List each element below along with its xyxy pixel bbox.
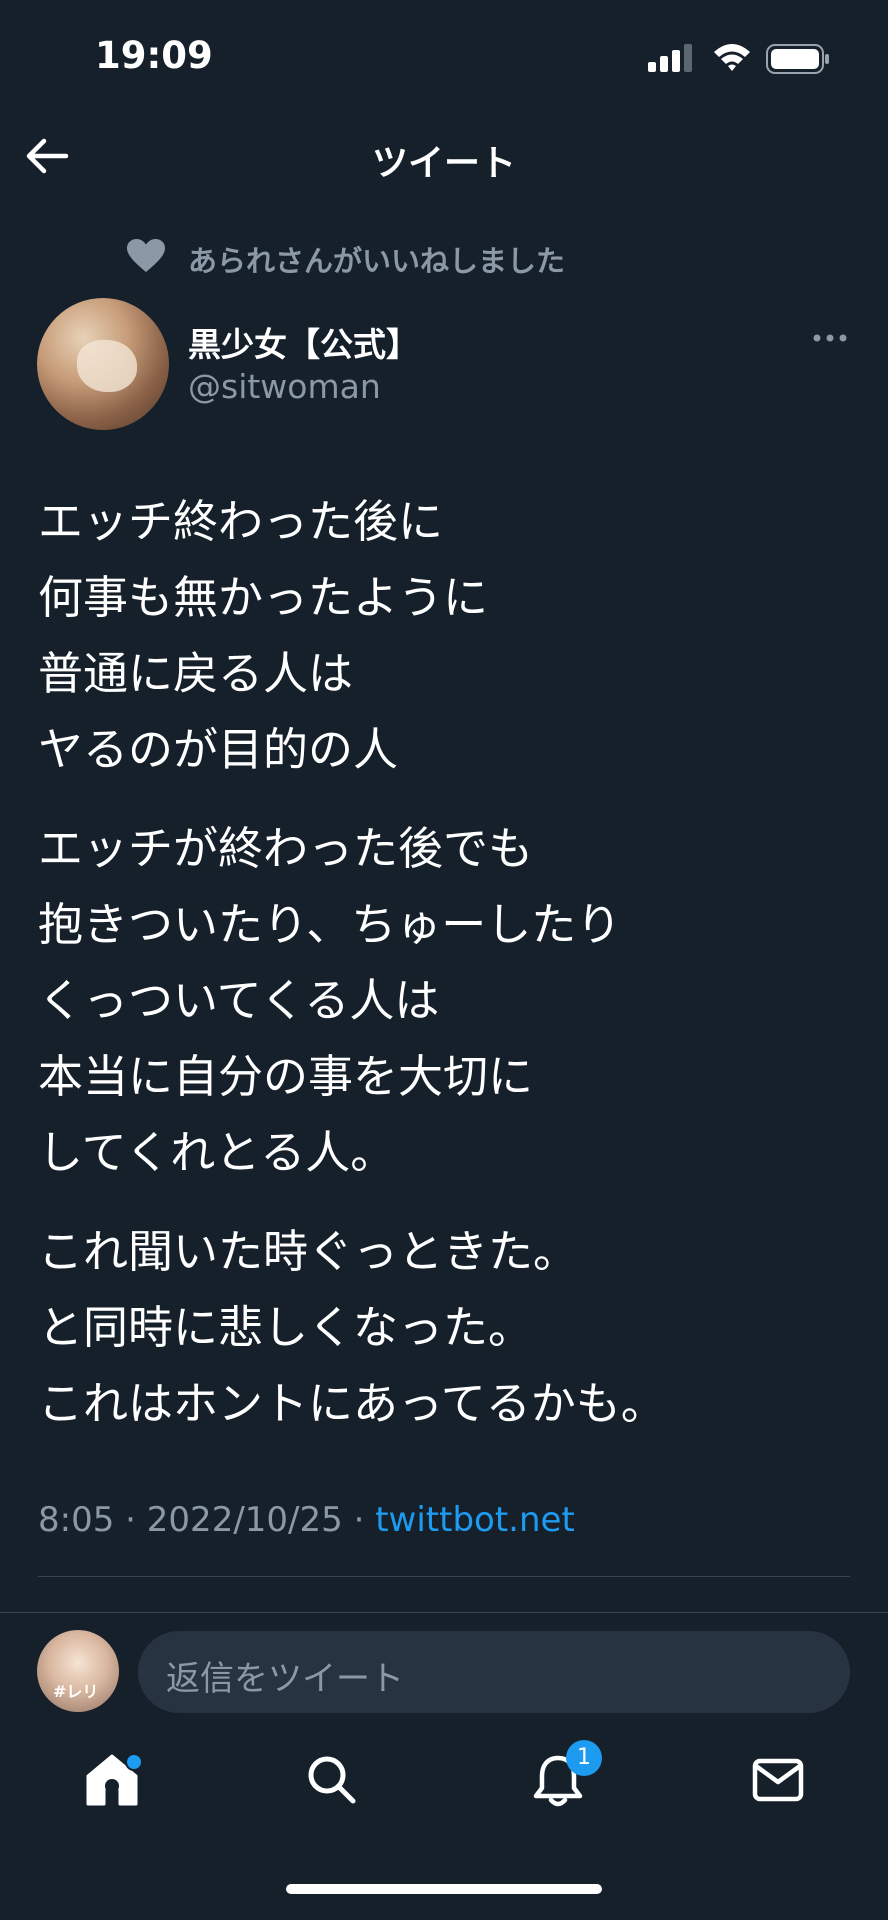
tab-notifications[interactable]: 1 bbox=[518, 1740, 602, 1820]
tweet-line: ヤるのが目的の人 bbox=[38, 723, 399, 776]
meta-separator: · bbox=[125, 1500, 136, 1540]
tweet-line: これはホントにあってるかも。 bbox=[38, 1377, 666, 1430]
more-options-icon[interactable] bbox=[812, 333, 848, 343]
battery-icon bbox=[766, 44, 829, 74]
my-avatar[interactable]: #レリ bbox=[37, 1630, 119, 1712]
tweet-paragraph: これ聞いた時ぐっときた。 と同時に悲しくなった。 これはホントにあってるかも。 bbox=[38, 1214, 858, 1442]
cellular-signal-icon bbox=[648, 44, 692, 72]
tweet-meta: 8:05 · 2022/10/25 · twittbot.net bbox=[38, 1500, 575, 1540]
tweet-time: 8:05 bbox=[38, 1500, 115, 1540]
tab-search[interactable] bbox=[292, 1740, 372, 1820]
tweet-line: これ聞いた時ぐっときた。 bbox=[38, 1225, 579, 1278]
status-bar: 19:09 bbox=[0, 0, 888, 120]
tweet-line: くっついてくる人は bbox=[38, 974, 440, 1027]
search-icon bbox=[308, 1756, 356, 1804]
wifi-icon bbox=[714, 44, 750, 71]
author-handle[interactable]: @sitwoman bbox=[188, 367, 381, 406]
tweet-line: 抱きついたり、ちゅーしたり bbox=[38, 898, 622, 951]
bottom-tab-bar: 1 bbox=[0, 1740, 888, 1840]
status-time: 19:09 bbox=[95, 34, 213, 77]
tweet-line: 何事も無かったように bbox=[38, 571, 489, 624]
avatar-figure bbox=[77, 340, 137, 392]
divider bbox=[38, 1576, 850, 1577]
liked-by-text: あられさんがいいねしました bbox=[188, 244, 566, 278]
top-nav: ツイート bbox=[0, 120, 888, 194]
tweet-source-link[interactable]: twittbot.net bbox=[375, 1500, 575, 1540]
reply-input[interactable]: 返信をツイート bbox=[138, 1631, 850, 1713]
reply-placeholder: 返信をツイート bbox=[166, 1659, 404, 1699]
tweet-line: エッチ終わった後に bbox=[38, 495, 444, 548]
tweet-text: エッチ終わった後に 何事も無かったように 普通に戻る人は ヤるのが目的の人 エッ… bbox=[38, 484, 858, 1465]
tweet-line: してくれとる人。 bbox=[38, 1126, 396, 1179]
mail-icon bbox=[752, 1758, 804, 1802]
divider bbox=[0, 1612, 888, 1613]
tweet-paragraph: エッチが終わった後でも 抱きついたり、ちゅーしたり くっついてくる人は 本当に自… bbox=[38, 811, 858, 1191]
tweet-line: 本当に自分の事を大切に bbox=[38, 1050, 534, 1103]
avatar-label: #レリ bbox=[53, 1682, 99, 1701]
home-unread-dot bbox=[125, 1753, 143, 1771]
author-avatar[interactable] bbox=[37, 298, 169, 430]
tweet-paragraph: エッチ終わった後に 何事も無かったように 普通に戻る人は ヤるのが目的の人 bbox=[38, 484, 858, 788]
tab-messages[interactable] bbox=[738, 1740, 818, 1820]
tab-home[interactable] bbox=[72, 1740, 152, 1820]
author-display-name[interactable]: 黒少女【公式】 bbox=[188, 318, 419, 366]
page-title: ツイート bbox=[371, 143, 516, 184]
heart-icon bbox=[127, 239, 165, 272]
tweet-line: エッチが終わった後でも bbox=[38, 822, 534, 875]
home-indicator[interactable] bbox=[286, 1884, 602, 1894]
tweet-date: 2022/10/25 bbox=[146, 1500, 343, 1540]
meta-separator: · bbox=[353, 1500, 365, 1540]
notifications-badge: 1 bbox=[566, 1740, 602, 1776]
tweet-line: と同時に悲しくなった。 bbox=[38, 1301, 534, 1354]
tweet-line: 普通に戻る人は bbox=[38, 647, 354, 700]
